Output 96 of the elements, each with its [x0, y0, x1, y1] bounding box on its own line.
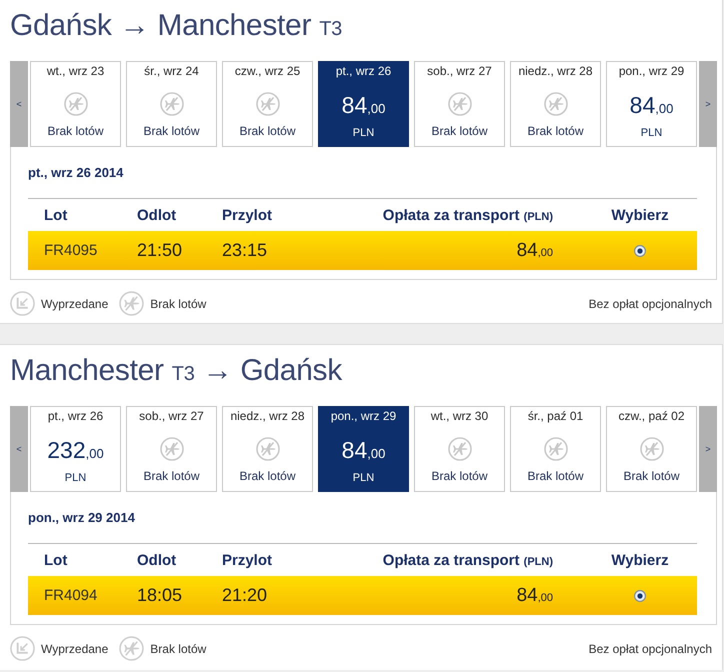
column-header: Odlot	[137, 552, 178, 568]
day-label: sob., wrz 27	[139, 409, 204, 423]
date-card[interactable]: niedz., wrz 28 Brak lotów	[222, 406, 313, 492]
crossed-plane-icon	[544, 92, 568, 116]
fee-note: Bez opłat opcjonalnych	[588, 296, 712, 310]
column-header: Opłata za transport (PLN)	[382, 206, 553, 224]
date-card[interactable]: czw., wrz 25 Brak lotów	[222, 61, 313, 147]
day-label: czw., paź 02	[618, 409, 685, 423]
date-card[interactable]: sob., wrz 27 Brak lotów	[414, 61, 505, 147]
previous-dates-button[interactable]: <	[10, 61, 28, 147]
column-header: Opłata za transport (PLN)	[382, 552, 553, 568]
fare-price: 84,00	[342, 437, 386, 465]
radio-button[interactable]	[634, 590, 646, 602]
legend-label: Brak lotów	[150, 642, 206, 656]
flight-row[interactable]: FR4095 21:50 23:15 84,00	[28, 231, 697, 270]
day-label: wt., wrz 30	[430, 409, 488, 423]
date-card[interactable]: sob., wrz 27 Brak lotów	[126, 406, 217, 492]
currency-label: PLN	[64, 471, 86, 485]
flight-number: FR4094	[43, 587, 98, 604]
day-label: pt., wrz 26	[336, 64, 392, 78]
column-header: Wybierz	[611, 552, 669, 568]
departure-time: 21:50	[137, 240, 184, 261]
fare-price: 84,00	[516, 584, 553, 606]
crossed-plane-icon	[160, 437, 184, 461]
legend-label: Wyprzedane	[41, 642, 108, 656]
day-label: pon., wrz 29	[618, 64, 684, 78]
fare-price: 84,00	[516, 240, 553, 262]
date-card[interactable]: pt., wrz 26 232,00 PLN	[30, 406, 121, 492]
arrival-time: 21:20	[222, 585, 268, 606]
date-card[interactable]: wt., wrz 23 Brak lotów	[30, 61, 121, 147]
selected-date: pt., wrz 26 2014	[28, 165, 124, 181]
no-flights-label: Brak lotów	[239, 124, 296, 138]
date-card[interactable]: niedz., wrz 28 Brak lotów	[510, 61, 601, 147]
route-title: Manchester T3 → Gdańsk	[10, 353, 344, 389]
no-flights-label: Brak lotów	[527, 469, 584, 483]
day-label: czw., wrz 25	[234, 64, 300, 78]
departure-time: 18:05	[137, 585, 184, 606]
column-header: Odlot	[137, 206, 178, 224]
no-flights-label: Brak lotów	[431, 124, 488, 138]
no-flights-label: Brak lotów	[527, 124, 584, 138]
no-flights-label: Brak lotów	[143, 469, 200, 483]
crossed-plane-icon	[160, 92, 184, 116]
crossed-plane-icon	[448, 437, 472, 461]
column-header: Przylot	[222, 206, 274, 224]
crossed-plane-icon	[119, 636, 144, 661]
previous-dates-button[interactable]: <	[10, 406, 28, 492]
no-flights-label: Brak lotów	[623, 469, 680, 483]
crossed-plane-icon	[256, 92, 280, 116]
currency-label: PLN	[352, 126, 374, 140]
crossed-plane-icon	[119, 291, 144, 316]
crossed-plane-icon	[64, 92, 88, 116]
selected-date: pon., wrz 29 2014	[28, 510, 136, 526]
no-flights-label: Brak lotów	[143, 124, 200, 138]
day-label: niedz., wrz 28	[518, 64, 593, 78]
day-label: sob., wrz 27	[427, 64, 492, 78]
legend-label: Brak lotów	[150, 296, 206, 310]
crossed-plane-icon	[256, 437, 280, 461]
radio-button[interactable]	[634, 244, 646, 256]
date-card[interactable]: czw., paź 02 Brak lotów	[606, 406, 697, 492]
day-label: wt., wrz 23	[46, 64, 104, 78]
date-card[interactable]: śr., wrz 24 Brak lotów	[126, 61, 217, 147]
flight-number: FR4095	[43, 242, 98, 259]
currency-label: PLN	[640, 126, 662, 140]
column-header: Wybierz	[611, 206, 669, 224]
route-title: Gdańsk → Manchester T3	[10, 8, 343, 44]
fare-price: 84,00	[342, 92, 386, 120]
day-label: pon., wrz 29	[330, 409, 396, 423]
fare-price: 84,00	[630, 92, 674, 120]
fee-note: Bez opłat opcjonalnych	[588, 642, 712, 656]
date-card[interactable]: wt., wrz 30 Brak lotów	[414, 406, 505, 492]
day-label: śr., paź 01	[528, 409, 584, 423]
arrival-time: 23:15	[222, 240, 268, 261]
next-dates-button[interactable]: >	[699, 61, 717, 147]
date-card[interactable]: śr., paź 01 Brak lotów	[510, 406, 601, 492]
seat-icon	[10, 636, 35, 661]
currency-label: PLN	[352, 471, 374, 485]
flight-row[interactable]: FR4094 18:05 21:20 84,00	[28, 576, 697, 615]
legend-label: Wyprzedane	[41, 296, 108, 310]
column-header: Lot	[43, 552, 68, 568]
seat-icon	[10, 291, 35, 316]
crossed-plane-icon	[544, 437, 568, 461]
next-dates-button[interactable]: >	[699, 406, 717, 492]
date-card[interactable]: pon., wrz 29 84,00 PLN	[606, 61, 697, 147]
column-header: Przylot	[222, 552, 274, 568]
date-card[interactable]: pon., wrz 29 84,00 PLN	[318, 406, 409, 492]
crossed-plane-icon	[640, 437, 664, 461]
column-header: Lot	[43, 206, 68, 224]
no-flights-label: Brak lotów	[239, 469, 296, 483]
no-flights-label: Brak lotów	[47, 124, 104, 138]
day-label: śr., wrz 24	[144, 64, 199, 78]
day-label: pt., wrz 26	[48, 409, 104, 423]
date-card[interactable]: pt., wrz 26 84,00 PLN	[318, 61, 409, 147]
crossed-plane-icon	[448, 92, 472, 116]
fare-price: 232,00	[47, 437, 104, 465]
day-label: niedz., wrz 28	[230, 409, 305, 423]
no-flights-label: Brak lotów	[431, 469, 488, 483]
